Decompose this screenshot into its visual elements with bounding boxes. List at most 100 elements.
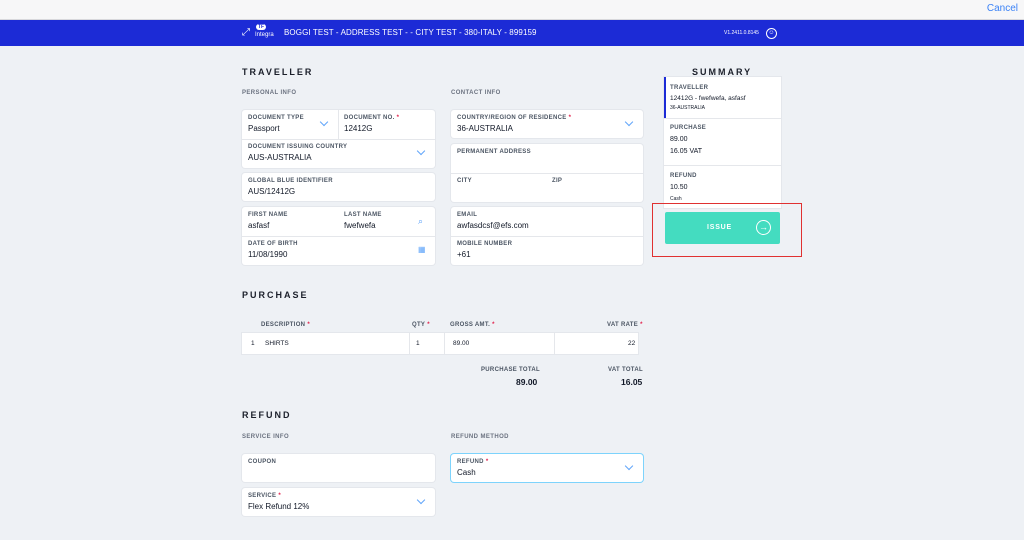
row-gross[interactable]: 89.00 — [453, 340, 469, 347]
chevron-down-icon — [624, 461, 634, 471]
row-vat[interactable]: 22 — [628, 340, 635, 347]
last-name-value: fwefwefa — [344, 221, 376, 230]
divider — [554, 333, 555, 354]
required-mark: * — [568, 115, 572, 121]
service-select[interactable]: SERVICE * Flex Refund 12% — [242, 488, 435, 516]
mobile-value: +61 — [457, 250, 471, 259]
refund-title: REFUND — [242, 410, 292, 420]
divider — [664, 118, 781, 119]
contact-info-title: CONTACT INFO — [451, 90, 501, 96]
email-value: awfasdcsf@efs.com — [457, 221, 529, 230]
purchase-total-value: 89.00 — [516, 377, 538, 387]
summary-refund-method: Cash — [670, 196, 682, 202]
column-description-text: DESCRIPTION — [261, 322, 306, 328]
permanent-address-label: PERMANENT ADDRESS — [457, 149, 531, 155]
refund-method-title: REFUND METHOD — [451, 434, 509, 440]
chevron-down-icon — [624, 117, 634, 127]
city-field[interactable]: CITY — [451, 174, 547, 202]
date-of-birth-label: DATE OF BIRTH — [248, 241, 298, 247]
service-label: SERVICE * — [248, 493, 281, 499]
row-qty[interactable]: 1 — [416, 340, 420, 347]
purchase-title: PURCHASE — [242, 290, 309, 300]
address-card: PERMANENT ADDRESS CITY ZIP — [451, 144, 643, 202]
document-card: DOCUMENT TYPE Passport DOCUMENT NO. * 124… — [242, 110, 435, 168]
summary-traveller-label: TRAVELLER — [670, 85, 709, 91]
app-logo: ⤢ TF Integra — [242, 24, 280, 42]
logo-icon: ⤢ — [242, 27, 250, 38]
mobile-field[interactable]: MOBILE NUMBER +61 — [451, 237, 643, 265]
refund-value: Cash — [457, 468, 476, 477]
search-icon[interactable]: ⌕ — [418, 216, 423, 227]
document-no-label: DOCUMENT NO. * — [344, 115, 399, 121]
country-residence-label-text: COUNTRY/REGION OF RESIDENCE — [457, 115, 567, 121]
first-name-field[interactable]: FIRST NAME asfasf — [242, 207, 338, 236]
summary-vat-value: 16.05 VAT — [670, 148, 703, 155]
document-no-field[interactable]: DOCUMENT NO. * 12412G — [339, 110, 435, 139]
column-gross: GROSS AMT. * — [450, 322, 495, 328]
gb-identifier-label: GLOBAL BLUE IDENTIFIER — [248, 178, 333, 184]
document-type-select[interactable]: DOCUMENT TYPE Passport — [242, 110, 338, 139]
service-info-title: SERVICE INFO — [242, 434, 290, 440]
coupon-field[interactable]: COUPON — [242, 454, 435, 482]
store-title: BOGGI TEST - ADDRESS TEST - - CITY TEST … — [284, 28, 537, 37]
service-label-text: SERVICE — [248, 493, 277, 499]
zip-field[interactable]: ZIP — [547, 174, 643, 202]
summary-traveller-country: 36-AUSTRALIA — [670, 105, 706, 111]
issuing-country-value: AUS-AUSTRALIA — [248, 153, 312, 162]
table-row[interactable]: 1 SHIRTS 1 89.00 22 — [242, 333, 638, 354]
last-name-field[interactable]: LAST NAME fwefwefa ⌕ — [339, 207, 435, 236]
version-label: V1.2411.0.8145 — [724, 30, 759, 36]
issuing-country-select[interactable]: DOCUMENT ISSUING COUNTRY AUS-AUSTRALIA — [242, 140, 435, 168]
service-value: Flex Refund 12% — [248, 502, 310, 511]
column-description: DESCRIPTION * — [261, 322, 310, 328]
summary-refund-value: 10.50 — [670, 184, 688, 191]
document-type-value: Passport — [248, 124, 280, 133]
coupon-label: COUPON — [248, 459, 277, 465]
document-no-label-text: DOCUMENT NO. — [344, 115, 395, 121]
summary-panel: TRAVELLER 12412G - fwefwefa, asfasf 36-A… — [664, 77, 781, 208]
mobile-label: MOBILE NUMBER — [457, 241, 513, 247]
required-mark: * — [492, 322, 495, 328]
summary-purchase-label: PURCHASE — [670, 125, 707, 131]
gb-identifier-value: AUS/12412G — [248, 187, 296, 196]
summary-refund-label: REFUND — [670, 173, 697, 179]
city-label: CITY — [457, 178, 472, 184]
column-vat-text: VAT RATE — [607, 322, 639, 328]
purchase-total-label: PURCHASE TOTAL — [481, 367, 540, 373]
date-of-birth-field[interactable]: DATE OF BIRTH 11/08/1990 ▦ — [242, 237, 435, 265]
document-type-label: DOCUMENT TYPE — [248, 115, 304, 121]
logo-badge: TF — [256, 24, 267, 30]
cancel-button[interactable]: Cancel — [987, 3, 1018, 14]
summary-purchase-value: 89.00 — [670, 136, 688, 143]
country-residence-value: 36-AUSTRALIA — [457, 124, 514, 133]
divider — [409, 333, 410, 354]
chevron-down-icon — [416, 495, 426, 505]
user-icon[interactable]: ☺ — [766, 28, 777, 39]
document-no-value: 12412G — [344, 124, 373, 133]
column-vat: VAT RATE * — [607, 322, 643, 328]
column-gross-text: GROSS AMT. — [450, 322, 491, 328]
last-name-label: LAST NAME — [344, 212, 382, 218]
required-mark: * — [396, 115, 400, 121]
top-bar: Cancel — [0, 0, 1024, 20]
row-description[interactable]: SHIRTS — [265, 340, 289, 347]
gb-identifier-field[interactable]: GLOBAL BLUE IDENTIFIER AUS/12412G — [242, 173, 435, 201]
refund-method-select[interactable]: REFUND * Cash — [451, 454, 643, 482]
contact-card: EMAIL awfasdcsf@efs.com MOBILE NUMBER +6… — [451, 207, 643, 265]
chevron-down-icon — [319, 117, 329, 127]
required-mark: * — [640, 322, 643, 328]
refund-label: REFUND * — [457, 459, 488, 465]
permanent-address-field[interactable]: PERMANENT ADDRESS — [451, 144, 643, 173]
email-field[interactable]: EMAIL awfasdcsf@efs.com — [451, 207, 643, 236]
vat-total-value: 16.05 — [621, 377, 643, 387]
country-residence-select[interactable]: COUNTRY/REGION OF RESIDENCE * 36-AUSTRALI… — [451, 110, 643, 138]
required-mark: * — [278, 493, 281, 499]
divider — [664, 165, 781, 166]
refund-label-text: REFUND — [457, 459, 484, 465]
highlight-box — [652, 203, 802, 257]
date-of-birth-value: 11/08/1990 — [248, 250, 288, 259]
summary-title: SUMMARY — [692, 67, 753, 77]
calendar-icon[interactable]: ▦ — [418, 245, 426, 254]
traveller-title: TRAVELLER — [242, 67, 314, 77]
country-residence-label: COUNTRY/REGION OF RESIDENCE * — [457, 115, 571, 121]
